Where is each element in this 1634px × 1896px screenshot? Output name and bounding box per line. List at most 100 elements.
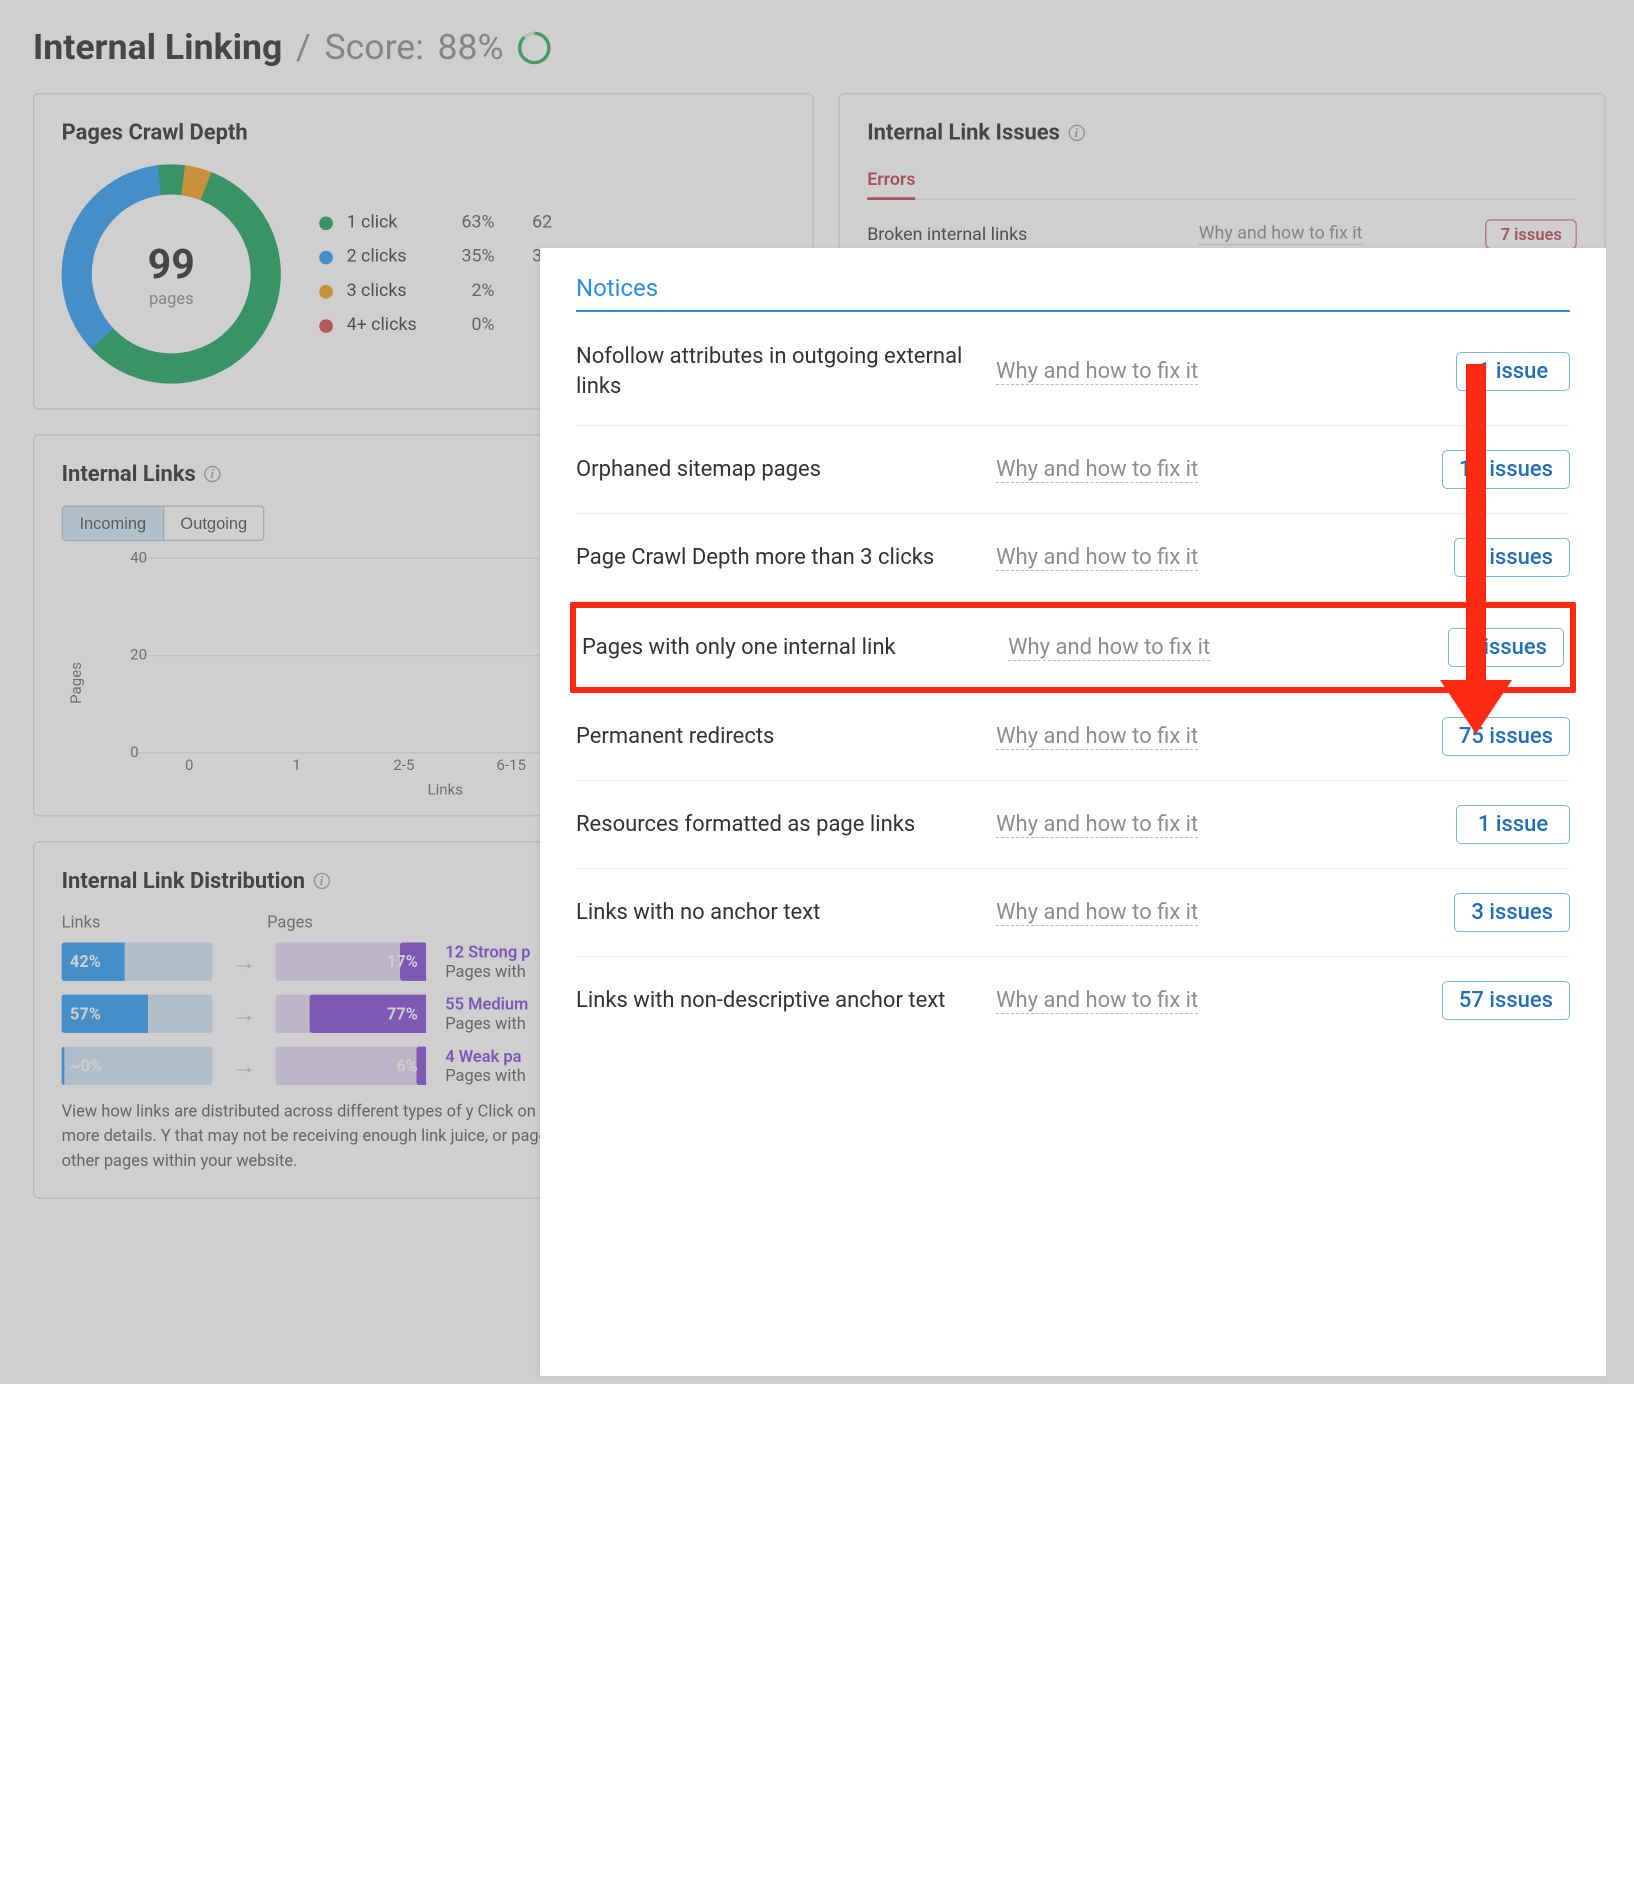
info-icon[interactable]: i — [313, 872, 329, 888]
notice-row: Links with non-descriptive anchor text Wh… — [576, 957, 1570, 1044]
notice-name[interactable]: Resources formatted as page links — [576, 810, 976, 840]
notice-why-link[interactable]: Why and how to fix it — [996, 359, 1198, 385]
notice-why-link[interactable]: Why and how to fix it — [996, 812, 1198, 838]
legend-count: 62 — [508, 212, 552, 233]
notice-row: Links with no anchor text Why and how to … — [576, 869, 1570, 957]
crawl-depth-legend-item[interactable]: 4+ clicks0%0 — [319, 315, 552, 336]
notice-count-button[interactable]: 75 issues — [1442, 717, 1570, 756]
legend-dot-icon — [319, 319, 333, 333]
info-icon[interactable]: i — [204, 465, 220, 481]
issue-row[interactable]: Broken internal links Why and how to fix… — [867, 219, 1577, 249]
notice-name[interactable]: Permanent redirects — [576, 722, 976, 752]
dist-row-sub: Pages with — [445, 962, 530, 981]
score-ring-icon — [517, 32, 550, 65]
internal-links-title: Internal Links — [62, 460, 196, 486]
tab-errors[interactable]: Errors — [867, 170, 915, 200]
page-title: Internal Linking — [33, 27, 282, 68]
dist-links-pct: 42% — [70, 952, 101, 971]
dist-links-bar: 42% — [62, 943, 213, 981]
distribution-title: Internal Link Distribution — [62, 867, 305, 893]
dist-row-title[interactable]: 12 Strong p — [445, 943, 530, 962]
notice-count-button[interactable]: 1 issue — [1456, 805, 1570, 844]
dist-pages-bar: 77% — [275, 995, 426, 1033]
notices-panel: Notices Nofollow attributes in outgoing … — [540, 248, 1606, 1376]
dist-pages-bar: 6% — [275, 1047, 426, 1085]
dist-links-pct: 57% — [70, 1004, 101, 1023]
crawl-depth-total-label: pages — [149, 288, 194, 307]
notice-row: Page Crawl Depth more than 3 clicks Why a… — [576, 514, 1570, 602]
dist-pages-pct: 6% — [396, 1056, 418, 1075]
legend-label: 2 clicks — [347, 247, 426, 268]
notice-name[interactable]: Orphaned sitemap pages — [576, 455, 976, 485]
page-title-line: Internal Linking / Score: 88% — [33, 27, 1634, 68]
notices-title[interactable]: Notices — [576, 274, 1570, 310]
issue-count-badge[interactable]: 7 issues — [1486, 219, 1577, 249]
notice-why-link[interactable]: Why and how to fix it — [1008, 635, 1210, 661]
legend-dot-icon — [319, 216, 333, 230]
issue-why-link[interactable]: Why and how to fix it — [1199, 223, 1363, 245]
notice-count-button[interactable]: 7 issues — [1454, 538, 1570, 577]
notice-name[interactable]: Links with non-descriptive anchor text — [576, 986, 976, 1016]
arrow-right-icon: → — [232, 1051, 257, 1080]
legend-label: 1 click — [347, 212, 426, 233]
crawl-depth-legend-item[interactable]: 1 click 63% 62 — [319, 212, 552, 233]
tab-outgoing[interactable]: Outgoing — [164, 506, 265, 542]
notice-why-link[interactable]: Why and how to fix it — [996, 457, 1198, 483]
issues-title: Internal Link Issues — [867, 119, 1060, 145]
info-icon[interactable]: i — [1068, 124, 1084, 140]
notice-name[interactable]: Nofollow attributes in outgoing external… — [576, 342, 976, 401]
notice-count-button[interactable]: 57 issues — [1442, 981, 1570, 1020]
notice-row: Permanent redirects Why and how to fix it… — [576, 693, 1570, 781]
crawl-depth-legend: 1 click63%622 clicks35%353 clicks2%24+ c… — [319, 212, 552, 335]
dist-row-sub: Pages with — [445, 1066, 526, 1085]
legend-percent: 2% — [440, 281, 495, 302]
legend-dot-icon — [319, 250, 333, 264]
notice-count-button[interactable]: 10 issues — [1442, 450, 1570, 489]
barchart-xtick: 2-5 — [350, 756, 457, 774]
notice-name[interactable]: Page Crawl Depth more than 3 clicks — [576, 543, 976, 573]
notice-name[interactable]: Links with no anchor text — [576, 898, 976, 928]
notice-why-link[interactable]: Why and how to fix it — [996, 900, 1198, 926]
dist-row-sub: Pages with — [445, 1014, 528, 1033]
notices-title-underline — [576, 310, 1570, 312]
title-separator: / — [296, 27, 311, 68]
dist-header-links: Links — [62, 912, 268, 931]
crawl-depth-title: Pages Crawl Depth — [62, 119, 785, 145]
score-value: 88% — [438, 27, 504, 68]
legend-label: 3 clicks — [347, 281, 426, 302]
notice-why-link[interactable]: Why and how to fix it — [996, 545, 1198, 571]
legend-percent: 0% — [440, 315, 495, 336]
barchart-xtick: 1 — [243, 756, 350, 774]
legend-percent: 35% — [440, 247, 495, 268]
dist-row-title[interactable]: 4 Weak pa — [445, 1047, 526, 1066]
crawl-depth-total: 99 — [148, 240, 195, 288]
notice-row: Resources formatted as page links Why and… — [576, 781, 1570, 869]
notice-count-button[interactable]: 1 issue — [1456, 352, 1570, 391]
notice-name[interactable]: Pages with only one internal link — [582, 633, 982, 663]
notice-row: Nofollow attributes in outgoing external… — [576, 318, 1570, 426]
legend-dot-icon — [319, 284, 333, 298]
notice-why-link[interactable]: Why and how to fix it — [996, 988, 1198, 1014]
legend-percent: 63% — [440, 212, 495, 233]
notice-row: Orphaned sitemap pages Why and how to fix… — [576, 426, 1570, 514]
tab-incoming[interactable]: Incoming — [62, 506, 164, 542]
barchart-xtick: 0 — [136, 756, 243, 774]
dist-pages-bar: 17% — [275, 943, 426, 981]
crawl-depth-donut[interactable]: 99 pages — [62, 164, 281, 383]
crawl-depth-legend-item[interactable]: 2 clicks35%35 — [319, 247, 552, 268]
notice-row: Pages with only one internal link Why and… — [570, 602, 1576, 693]
dist-row-title[interactable]: 55 Medium — [445, 995, 528, 1014]
dist-pages-pct: 77% — [387, 1004, 418, 1023]
crawl-depth-legend-item[interactable]: 3 clicks2%2 — [319, 281, 552, 302]
notice-count-button[interactable]: 7 issues — [1448, 628, 1564, 667]
arrow-right-icon: → — [232, 999, 257, 1028]
notice-why-link[interactable]: Why and how to fix it — [996, 724, 1198, 750]
dist-links-bar: ~0% — [62, 1047, 213, 1085]
legend-label: 4+ clicks — [347, 315, 426, 336]
arrow-right-icon: → — [232, 947, 257, 976]
issue-name: Broken internal links — [867, 224, 1182, 245]
dist-links-pct: ~0% — [70, 1056, 102, 1075]
barchart-ylabel: Pages — [68, 662, 86, 704]
dist-links-bar: 57% — [62, 995, 213, 1033]
notice-count-button[interactable]: 3 issues — [1454, 893, 1570, 932]
